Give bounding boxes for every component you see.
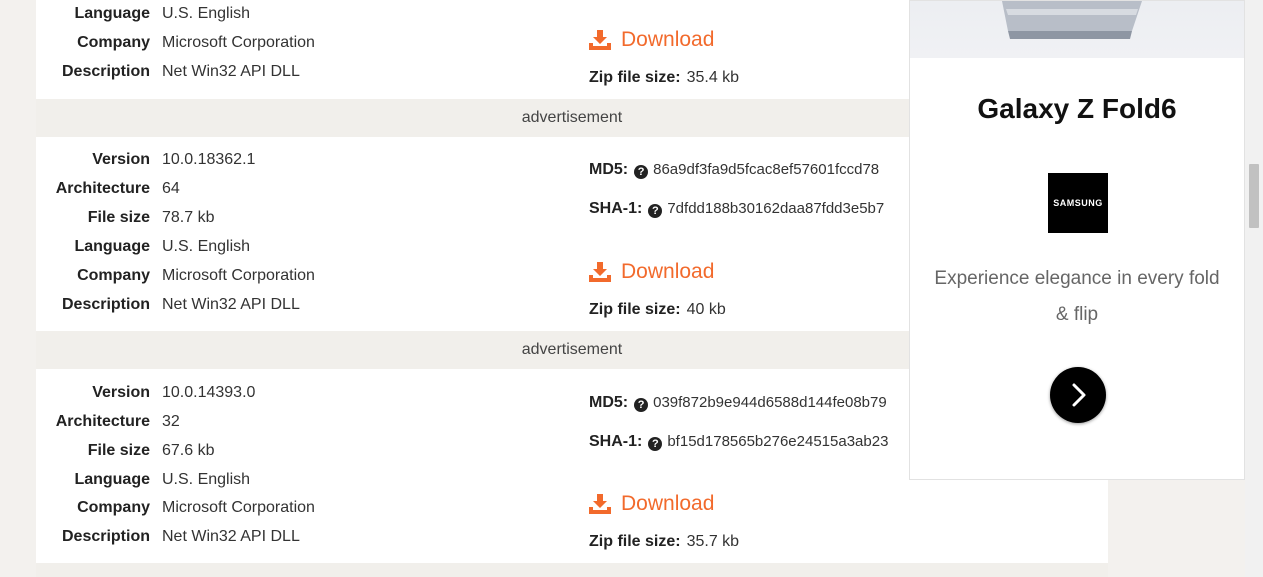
company-value: Microsoft Corporation bbox=[162, 34, 315, 51]
sha1-label: SHA-1: bbox=[589, 200, 643, 217]
ad-tagline[interactable]: Experience elegance in every fold & flip bbox=[930, 261, 1224, 333]
advertisement-bar bbox=[36, 563, 1108, 577]
architecture-value: 64 bbox=[162, 180, 180, 197]
zip-file-size: Zip file size: 35.4 kb bbox=[589, 69, 739, 87]
language-label: Language bbox=[74, 238, 150, 255]
zip-size-value: 35.4 kb bbox=[686, 69, 740, 86]
help-icon[interactable]: ? bbox=[648, 204, 663, 218]
description-value: Net Win32 API DLL bbox=[162, 528, 300, 545]
zip-size-value: 40 kb bbox=[686, 301, 726, 318]
version-value: 10.0.18362.1 bbox=[162, 151, 256, 168]
sha1-hash: SHA-1:? bf15d178565b276e24515a3ab23 bbox=[589, 433, 919, 451]
sha1-value: bf15d178565b276e24515a3ab23 bbox=[667, 433, 889, 450]
ad-panel[interactable]: Galaxy Z Fold6 SAMSUNG Experience elegan… bbox=[909, 0, 1245, 480]
md5-label: MD5: bbox=[589, 161, 629, 178]
language-label: Language bbox=[74, 471, 150, 488]
download-icon bbox=[589, 262, 611, 282]
sha1-value: 7dfdd188b30162daa87fdd3e5b7 bbox=[667, 200, 885, 217]
zip-size-label: Zip file size: bbox=[589, 301, 681, 318]
sha1-hash: SHA-1:? 7dfdd188b30162daa87fdd3e5b7 bbox=[589, 200, 919, 218]
md5-hash: MD5:? 039f872b9e944d6588d144fe08b79 bbox=[589, 394, 919, 412]
ad-cta-button[interactable] bbox=[1050, 367, 1106, 423]
advertisement-label: advertisement bbox=[521, 109, 623, 126]
download-label: Download bbox=[621, 260, 715, 283]
download-label: Download bbox=[621, 492, 715, 515]
md5-value: 86a9df3fa9d5fcac8ef57601fccd78 bbox=[653, 161, 880, 178]
architecture-label: Architecture bbox=[55, 180, 150, 197]
help-icon[interactable]: ? bbox=[634, 165, 649, 179]
help-icon[interactable]: ? bbox=[648, 437, 663, 451]
company-label: Company bbox=[77, 34, 150, 51]
description-label: Description bbox=[61, 528, 150, 545]
company-label: Company bbox=[77, 267, 150, 284]
ad-product-image[interactable] bbox=[910, 1, 1244, 58]
zip-file-size: Zip file size: 35.7 kb bbox=[589, 533, 739, 551]
architecture-label: Architecture bbox=[55, 413, 150, 430]
description-label: Description bbox=[61, 296, 150, 313]
download-icon bbox=[589, 30, 611, 50]
company-value: Microsoft Corporation bbox=[162, 499, 315, 516]
download-button[interactable]: Download bbox=[589, 25, 714, 55]
architecture-value: 32 bbox=[162, 413, 180, 430]
download-button[interactable]: Download bbox=[589, 489, 714, 519]
file-size-label: File size bbox=[87, 209, 150, 226]
sha1-label: SHA-1: bbox=[589, 433, 643, 450]
download-button[interactable]: Download bbox=[589, 257, 714, 287]
download-label: Download bbox=[621, 28, 715, 51]
zip-size-label: Zip file size: bbox=[589, 533, 681, 550]
version-label: Version bbox=[92, 384, 150, 401]
company-label: Company bbox=[77, 499, 150, 516]
zip-size-label: Zip file size: bbox=[589, 69, 681, 86]
help-icon[interactable]: ? bbox=[634, 398, 649, 412]
md5-value: 039f872b9e944d6588d144fe08b79 bbox=[653, 394, 887, 411]
version-label: Version bbox=[92, 151, 150, 168]
language-value: U.S. English bbox=[162, 5, 251, 22]
chevron-right-icon bbox=[1072, 383, 1086, 407]
description-label: Description bbox=[61, 63, 150, 80]
scrollbar-thumb[interactable] bbox=[1249, 164, 1259, 228]
description-value: Net Win32 API DLL bbox=[162, 63, 300, 80]
zip-size-value: 35.7 kb bbox=[686, 533, 740, 550]
language-value: U.S. English bbox=[162, 471, 251, 488]
zip-file-size: Zip file size: 40 kb bbox=[589, 301, 726, 319]
file-size-value: 67.6 kb bbox=[162, 442, 215, 459]
language-value: U.S. English bbox=[162, 238, 251, 255]
md5-hash: MD5:? 86a9df3fa9d5fcac8ef57601fccd78 bbox=[589, 161, 919, 179]
advertisement-label: advertisement bbox=[521, 341, 623, 358]
ad-title[interactable]: Galaxy Z Fold6 bbox=[910, 93, 1244, 125]
file-size-label: File size bbox=[87, 442, 150, 459]
vertical-scrollbar[interactable] bbox=[1245, 0, 1263, 577]
version-value: 10.0.14393.0 bbox=[162, 384, 256, 401]
language-label: Language bbox=[74, 5, 150, 22]
download-icon bbox=[589, 494, 611, 514]
samsung-logo[interactable]: SAMSUNG bbox=[1048, 173, 1108, 233]
description-value: Net Win32 API DLL bbox=[162, 296, 300, 313]
file-size-value: 78.7 kb bbox=[162, 209, 215, 226]
company-value: Microsoft Corporation bbox=[162, 267, 315, 284]
md5-label: MD5: bbox=[589, 394, 629, 411]
